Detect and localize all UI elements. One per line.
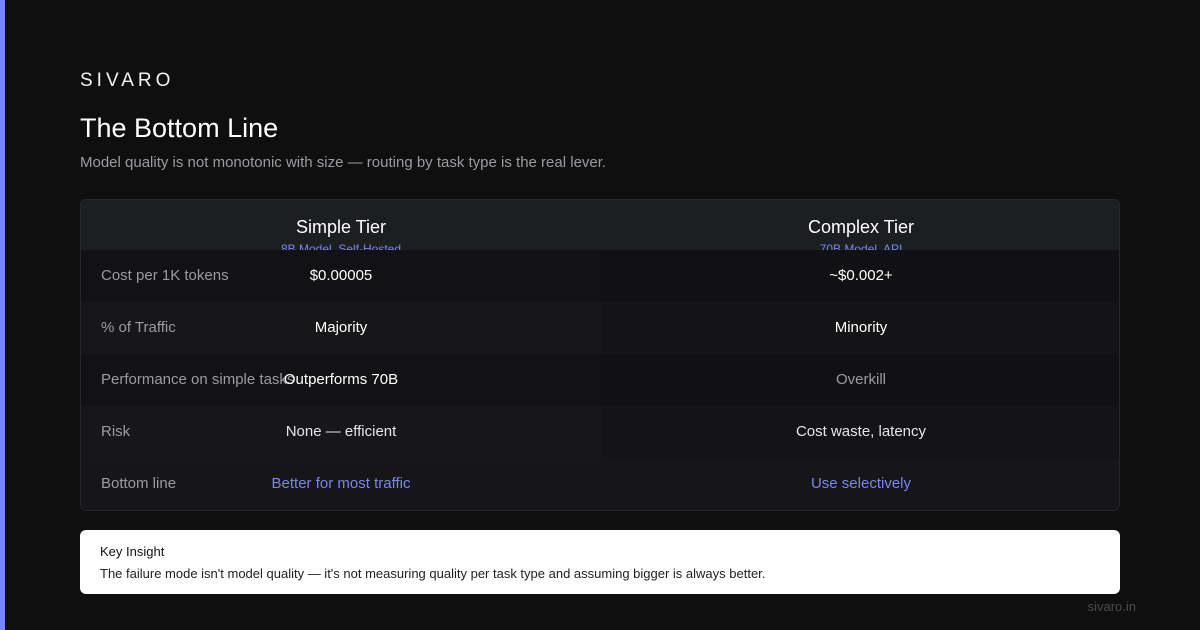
cell-complex: Minority	[834, 319, 888, 336]
column-subtitle-complex: 70B Model, API	[819, 242, 903, 250]
cell-complex: Cost waste, latency	[795, 423, 927, 440]
cell-simple: Majority	[314, 319, 368, 336]
cell-complex: Use selectively	[810, 475, 912, 492]
table-row: % of Traffic Majority Minority	[81, 302, 1119, 354]
column-header-complex: Complex Tier 70B Model, API	[601, 200, 1119, 250]
column-title-complex: Complex Tier	[807, 217, 915, 237]
column-subtitle-simple: 8B Model, Self-Hosted	[280, 242, 402, 250]
table-row: Risk None — efficient Cost waste, latenc…	[81, 406, 1119, 458]
table-header: Simple Tier 8B Model, Self-Hosted Comple…	[81, 200, 1119, 250]
table-row: Performance on simple tasks Outperforms …	[81, 354, 1119, 406]
insight-title: Key Insight	[100, 544, 165, 559]
cell-simple: Outperforms 70B	[283, 371, 399, 388]
row-label: Risk	[101, 423, 131, 440]
column-header-simple: Simple Tier 8B Model, Self-Hosted	[81, 200, 601, 250]
cell-simple: Better for most traffic	[271, 475, 411, 492]
page-title: The Bottom Line	[80, 113, 279, 143]
column-title-simple: Simple Tier	[295, 217, 387, 237]
row-label: % of Traffic	[101, 319, 176, 336]
cell-complex: Overkill	[835, 371, 886, 388]
accent-bar	[0, 0, 5, 630]
page-subtitle: Model quality is not monotonic with size…	[80, 154, 607, 171]
insight-text: The failure mode isn't model quality — i…	[100, 566, 766, 581]
cell-complex: ~$0.002+	[829, 267, 893, 284]
brand-logo: SIVARO	[80, 70, 175, 91]
key-insight-card: Key Insight The failure mode isn't model…	[80, 530, 1120, 594]
table-row-bottom-line: Bottom line Better for most traffic Use …	[81, 458, 1119, 510]
cell-simple: $0.00005	[309, 267, 373, 284]
row-label: Bottom line	[101, 475, 177, 492]
comparison-table: Simple Tier 8B Model, Self-Hosted Comple…	[80, 199, 1120, 511]
footer-url: sivaro.in	[1087, 599, 1136, 614]
row-label: Cost per 1K tokens	[101, 267, 229, 284]
cell-simple: None — efficient	[285, 423, 397, 440]
table-row: Cost per 1K tokens $0.00005 ~$0.002+	[81, 250, 1119, 302]
